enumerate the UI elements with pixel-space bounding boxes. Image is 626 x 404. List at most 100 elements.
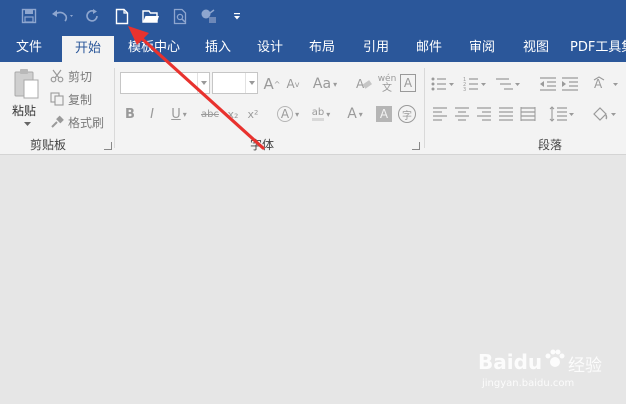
outdent-icon (540, 77, 556, 91)
align-left-icon (433, 107, 447, 121)
clipboard-dialog-launcher[interactable] (104, 142, 112, 150)
highlight-color-button[interactable]: ab ▾ (306, 104, 336, 124)
tab-references[interactable]: 引用 (356, 34, 396, 62)
distribute-icon (520, 107, 536, 121)
grow-font-button[interactable]: A ^ (262, 74, 282, 94)
strikethrough-button[interactable]: abc (198, 104, 222, 124)
cut-label: 剪切 (68, 69, 93, 84)
text-effects-button[interactable]: A ▾ (274, 104, 302, 124)
shrink-font-label: A (286, 77, 295, 91)
font-color-button[interactable]: A ▾ (342, 104, 368, 124)
multilevel-list-icon (496, 78, 520, 90)
paw-icon (545, 349, 565, 367)
font-group-label: 字体 (250, 138, 275, 152)
group-divider (114, 68, 115, 148)
redo-icon[interactable] (82, 5, 104, 27)
format-painter-button[interactable]: 格式刷 (50, 112, 104, 132)
quick-access-toolbar (0, 0, 626, 34)
chevron-down-icon[interactable] (197, 73, 209, 93)
chinese-layout-icon: A (593, 76, 618, 91)
character-shading-button[interactable]: A (376, 106, 392, 122)
print-preview-icon[interactable] (170, 5, 190, 27)
align-right-button[interactable] (474, 104, 494, 124)
line-spacing-button[interactable] (548, 104, 576, 124)
clear-formatting-button[interactable]: A (354, 74, 374, 94)
distributed-button[interactable] (518, 104, 538, 124)
paste-button[interactable]: 粘贴 (8, 68, 44, 130)
strikethrough-label: abc (201, 108, 219, 120)
chevron-down-icon[interactable] (245, 73, 257, 93)
increase-indent-button[interactable] (560, 74, 580, 94)
group-divider (424, 68, 425, 148)
align-left-button[interactable] (430, 104, 450, 124)
tab-insert[interactable]: 插入 (198, 34, 238, 62)
align-center-icon (455, 107, 469, 121)
underline-button[interactable]: U ▾ (166, 104, 192, 124)
font-name-input[interactable] (120, 72, 210, 94)
tab-file[interactable]: 文件 (6, 34, 52, 62)
tab-template-center[interactable]: 模板中心 (124, 34, 184, 62)
superscript-button[interactable]: x² (244, 104, 262, 124)
cut-button[interactable]: 剪切 (50, 66, 92, 86)
subscript-button[interactable]: x₂ (224, 104, 242, 124)
chinese-layout-button[interactable]: A (592, 74, 620, 94)
clipboard-group-label: 剪贴板 (30, 138, 67, 152)
scissors-icon (50, 69, 64, 83)
bullet-list-icon (431, 77, 454, 91)
change-case-button[interactable]: Aa ▾ (310, 74, 340, 94)
paste-icon (14, 69, 39, 99)
justify-button[interactable] (496, 104, 516, 124)
copy-icon (50, 92, 64, 106)
undo-icon[interactable] (48, 5, 78, 27)
open-folder-icon[interactable] (140, 5, 162, 27)
tab-mailings[interactable]: 邮件 (409, 34, 449, 62)
justify-icon (499, 107, 513, 121)
character-shading-label: A (379, 107, 389, 121)
ribbon-tabs: 文件 开始 模板中心 插入 设计 布局 引用 邮件 审阅 视图 PDF工具集 (0, 34, 626, 62)
character-border-label: A (403, 76, 413, 90)
tab-view[interactable]: 视图 (516, 34, 556, 62)
tab-layout[interactable]: 布局 (302, 34, 342, 62)
line-spacing-icon (549, 106, 574, 122)
shrink-font-button[interactable]: Av (284, 74, 302, 94)
watermark-url: jingyan.baidu.com (482, 378, 575, 389)
tab-design[interactable]: 设计 (250, 34, 290, 62)
baidu-watermark: Baidu 经验 jingyan.baidu.com (478, 346, 602, 396)
underline-label: U (171, 106, 181, 122)
customize-qat-icon[interactable] (230, 5, 244, 27)
new-document-icon[interactable] (112, 5, 132, 27)
character-border-button[interactable]: A (400, 74, 416, 92)
font-color-label: A (347, 106, 357, 122)
text-effects-label: A (276, 106, 294, 122)
paragraph-group-label: 段落 (538, 138, 563, 152)
indent-icon (562, 77, 578, 91)
copy-label: 复制 (68, 92, 93, 107)
save-icon[interactable] (18, 5, 40, 27)
font-size-input[interactable] (212, 72, 258, 94)
bullets-button[interactable] (430, 74, 456, 94)
tab-review[interactable]: 审阅 (462, 34, 502, 62)
decrease-indent-button[interactable] (538, 74, 558, 94)
italic-button[interactable]: I (144, 104, 160, 124)
tab-pdf-tools[interactable]: PDF工具集 (570, 34, 626, 62)
subscript-label: x₂ (227, 107, 239, 121)
paint-bucket-icon (593, 107, 616, 121)
font-dialog-launcher[interactable] (412, 142, 420, 150)
tab-home[interactable]: 开始 (62, 36, 114, 62)
numbering-button[interactable]: 123 (462, 74, 488, 94)
ribbon-home: 粘贴 剪切 复制 格式刷 剪贴板 A ^ Av Aa ▾ A wén 文 A B I … (0, 62, 626, 155)
copy-button[interactable]: 复制 (50, 89, 92, 109)
paste-label: 粘贴 (12, 104, 37, 118)
touch-mode-icon[interactable] (198, 5, 220, 27)
multilevel-list-button[interactable] (494, 74, 522, 94)
paintbrush-icon (51, 115, 64, 128)
enclose-characters-button[interactable]: 字 (398, 105, 416, 123)
shading-button[interactable] (590, 104, 618, 124)
italic-label: I (150, 106, 154, 122)
watermark-product: 经验 (568, 356, 602, 376)
align-center-button[interactable] (452, 104, 472, 124)
grow-font-label: A (263, 75, 274, 93)
change-case-label: Aa (312, 76, 332, 92)
bold-button[interactable]: B (122, 104, 138, 124)
phonetic-guide-button[interactable]: wén 文 (376, 74, 398, 94)
